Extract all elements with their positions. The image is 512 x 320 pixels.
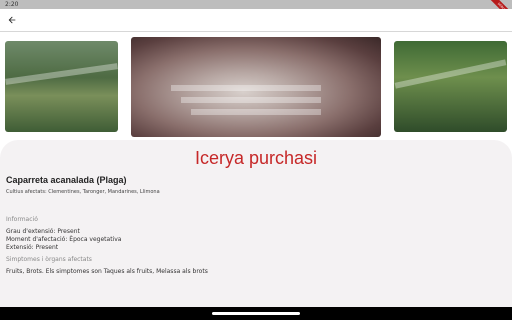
arrow-back-icon — [8, 16, 16, 24]
branch-shape — [394, 59, 507, 89]
symptoms-header: Simptomes i òrgans afectats — [6, 256, 92, 263]
symptoms-text: Fruits, Brots. Els simptomes son Taques … — [6, 268, 208, 275]
insect-ridge — [181, 97, 321, 103]
info-line-moment: Moment d'afectació: Època vegetativa — [6, 236, 122, 243]
info-header: Informació — [6, 216, 38, 223]
common-name: Caparreta acanalada (Plaga) — [6, 175, 127, 185]
insect-ridge — [171, 85, 321, 91]
home-indicator[interactable] — [212, 312, 300, 315]
gallery-image-2[interactable] — [131, 37, 381, 137]
back-button[interactable] — [4, 12, 20, 28]
info-line-extension: Extensió: Present — [6, 244, 59, 251]
app-bar — [0, 9, 512, 32]
status-time: 2:20 — [5, 1, 19, 8]
affected-crops: Cultius afectats: Clementines, Taronger,… — [6, 189, 160, 195]
info-line-extension-grade: Grau d'extensió: Present — [6, 228, 80, 235]
branch-shape — [5, 63, 118, 85]
gallery-image-1[interactable] — [5, 41, 118, 132]
detail-card: Icerya purchasi Caparreta acanalada (Pla… — [0, 140, 512, 310]
insect-ridge — [191, 109, 321, 115]
image-gallery[interactable] — [0, 33, 512, 143]
scientific-name: Icerya purchasi — [194, 148, 318, 168]
gallery-image-3[interactable] — [394, 41, 507, 132]
status-bar: 2:20 — [0, 0, 512, 9]
